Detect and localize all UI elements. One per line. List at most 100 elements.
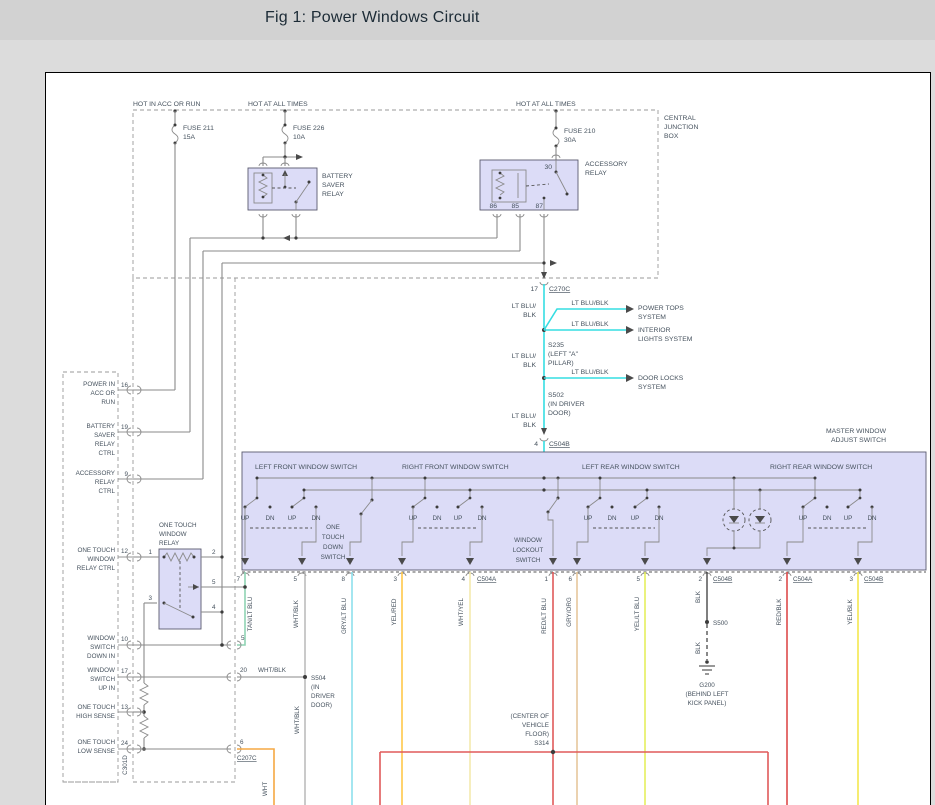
wire-label: GRY/ORG	[566, 597, 573, 627]
pin-number: 5	[636, 576, 640, 583]
continuation-arrow-icon	[626, 305, 634, 313]
pin-number: 5	[241, 635, 245, 642]
pin-number: 3	[148, 595, 152, 602]
cjb-label: BOX	[664, 133, 679, 140]
section-title: RIGHT FRONT WINDOW SWITCH	[402, 464, 509, 471]
section-title: RIGHT REAR WINDOW SWITCH	[770, 464, 872, 471]
pin-number: 8	[341, 576, 345, 583]
lockout-label: LOCKOUT	[513, 547, 544, 554]
otd-label: ONE	[326, 524, 340, 531]
module-pin-label: DOWN IN	[87, 653, 115, 660]
flow-arrow-icon	[550, 260, 557, 266]
module-pin-label: SWITCH	[90, 644, 115, 651]
module-pin-label: UP IN	[98, 685, 115, 692]
driver-door-module: POWER IN ACC OR RUN 16 BATTERY SAVER REL…	[62, 371, 142, 783]
wire-label: LT BLU/BLK	[571, 369, 609, 376]
module-pin-label: WINDOW	[87, 635, 115, 642]
pin-number: 2	[212, 549, 216, 556]
relay-pin: 87	[535, 203, 543, 210]
up-label: UP	[631, 515, 640, 522]
up-label: UP	[409, 515, 418, 522]
splice-s500	[705, 620, 709, 624]
ground-label: G200	[699, 682, 715, 689]
pin-number: 3	[393, 576, 397, 583]
system-dest: POWER TOPS	[638, 305, 684, 312]
splice-label: DOOR)	[311, 702, 332, 709]
otd-label: TOUCH	[322, 534, 345, 541]
flow-arrow-icon	[541, 272, 547, 279]
wire-label: LT BLU/	[512, 353, 536, 360]
ground-label: (BEHIND LEFT	[685, 691, 728, 698]
wire-label: WHT/YEL	[458, 598, 465, 626]
module-label: ADJUST SWITCH	[831, 437, 886, 444]
splice-label: S502	[548, 392, 564, 399]
door-wiring: TAN/LT BLU WHT/BLK GRY/LT BLU YEL/RED WH…	[237, 572, 859, 805]
continuation-arrow-icon	[626, 326, 634, 334]
dn-label: DN	[654, 515, 664, 522]
system-dest: LIGHTS SYSTEM	[638, 336, 693, 343]
pin-number: 3	[849, 576, 853, 583]
connector-name: C504B	[713, 576, 732, 583]
up-label: UP	[241, 515, 250, 522]
relay-label: BATTERY	[322, 173, 353, 180]
relay-label: SAVER	[322, 182, 345, 189]
module-pin-label: SWITCH	[90, 676, 115, 683]
module-pin-label: CTRL	[99, 488, 116, 495]
module-pin-label: ONE TOUCH	[77, 739, 115, 746]
pin-number: 2	[778, 576, 782, 583]
system-dest: DOOR LOCKS	[638, 375, 684, 382]
fuse-name: FUSE 211	[183, 125, 214, 132]
connector-name: C270C	[549, 286, 570, 293]
dn-label: DN	[607, 515, 617, 522]
ground-label: KICK PANEL)	[688, 700, 727, 707]
dn-label: DN	[432, 515, 442, 522]
fuse-rating: 15A	[183, 134, 196, 141]
fuse-211: FUSE 211 15A	[171, 109, 214, 390]
wire-label: WHT/BLK	[258, 667, 287, 674]
pin-number: 12	[121, 548, 129, 555]
splice-label: DRIVER	[311, 693, 335, 700]
pin-number: 2	[698, 576, 702, 583]
lockout-label: SWITCH	[516, 557, 541, 564]
pin-number: 10	[121, 636, 129, 643]
wire-label: GRY/LT BLU	[341, 598, 348, 634]
connector-name: C504B	[549, 441, 570, 448]
connector-name: C207C	[237, 755, 257, 762]
module-label: MASTER WINDOW	[826, 428, 887, 435]
wire-label: BLK	[695, 590, 702, 603]
pin-number: 24	[121, 740, 129, 747]
splice-label: S504	[311, 675, 326, 682]
relay-pin: 85	[511, 203, 519, 210]
splice-label: VEHICLE	[522, 722, 549, 729]
splice-label: S314	[534, 740, 549, 747]
connector-name: C504A	[793, 576, 813, 583]
power-bus-label: HOT AT ALL TIMES	[248, 101, 308, 108]
splice-s504	[303, 675, 307, 679]
pin-number: 1	[148, 549, 152, 556]
relay-pin: 30	[544, 164, 552, 171]
module-pin-label: RELAY	[95, 441, 116, 448]
wire-label: BLK	[695, 641, 702, 654]
relay-label: ONE TOUCH	[159, 522, 197, 529]
relay-label: WINDOW	[159, 531, 187, 538]
system-dest: SYSTEM	[638, 384, 666, 391]
splice-label: (IN	[311, 684, 320, 691]
splice-s314	[550, 749, 556, 755]
module-pin-label: RUN	[101, 399, 115, 406]
dn-label: DN	[477, 515, 487, 522]
fuse-rating: 30A	[564, 137, 577, 144]
up-label: UP	[799, 515, 808, 522]
relay-label: RELAY	[322, 191, 344, 198]
wire-label: LT BLU/	[512, 413, 536, 420]
pin-number: 6	[240, 739, 244, 746]
pin-number: 6	[568, 576, 572, 583]
wire-label: BLK	[523, 362, 536, 369]
system-dest: SYSTEM	[638, 314, 666, 321]
relay-label: ACCESSORY	[585, 161, 628, 168]
pin-number: 7	[236, 576, 240, 583]
relay-pin: 86	[489, 203, 497, 210]
module-pin-label: RELAY	[95, 479, 116, 486]
splice-label: PILLAR)	[548, 360, 574, 367]
connector-pin: 17	[530, 286, 538, 293]
wire-label: LT BLU/BLK	[571, 300, 609, 307]
